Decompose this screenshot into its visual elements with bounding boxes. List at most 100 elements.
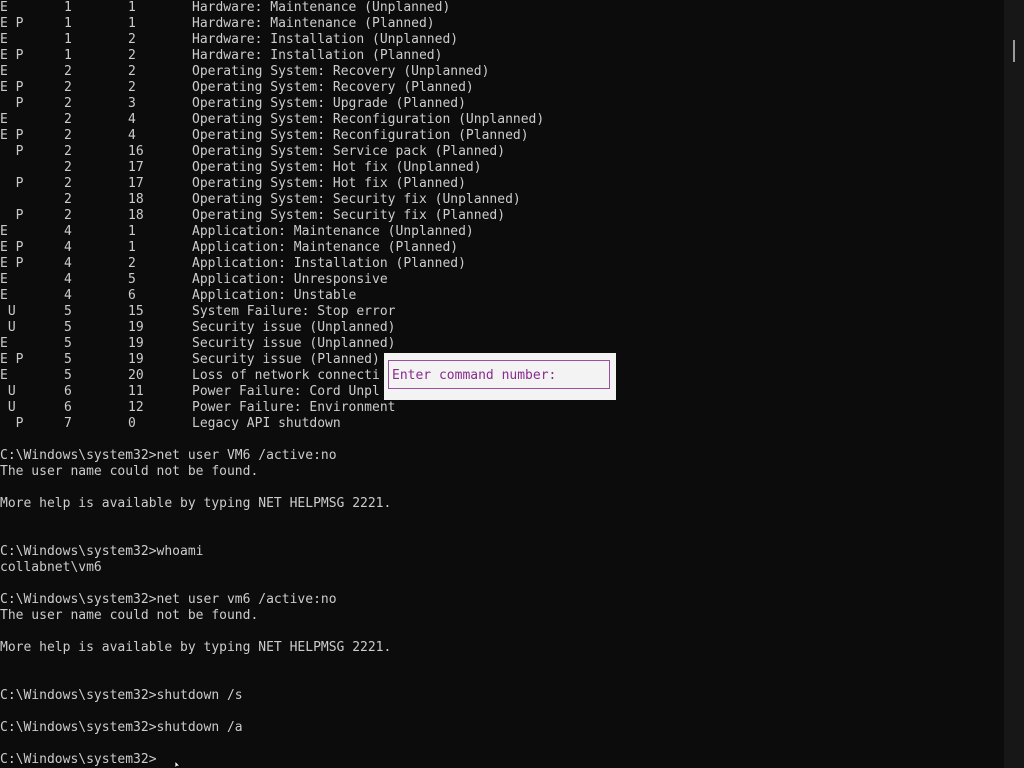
event-minor-code: 3 [128, 96, 136, 111]
command-number-popup[interactable]: Enter command number: [384, 353, 616, 400]
event-minor-code: 2 [128, 48, 136, 63]
event-major-code: 1 [64, 32, 72, 47]
output-line: More help is available by typing NET HEL… [0, 496, 392, 511]
event-description: Operating System: Security fix (Unplanne… [192, 192, 521, 207]
output-line: The user name could not be found. [0, 608, 259, 623]
event-major-code: 4 [64, 240, 72, 255]
event-description: Application: Unresponsive [192, 272, 388, 287]
event-flags: U [0, 304, 16, 319]
event-description: Hardware: Installation (Unplanned) [192, 32, 459, 47]
event-minor-code: 17 [128, 160, 144, 175]
event-description: Security issue (Unplanned) [192, 336, 396, 351]
event-major-code: 1 [64, 0, 72, 15]
event-flags: E [0, 32, 8, 47]
event-flags: P [0, 96, 24, 111]
event-minor-code: 11 [128, 384, 144, 399]
event-description: Operating System: Reconfiguration (Unpla… [192, 112, 545, 127]
event-major-code: 5 [64, 368, 72, 383]
event-flags: E P [0, 240, 24, 255]
event-flags: P [0, 416, 24, 431]
event-major-code: 4 [64, 224, 72, 239]
event-major-code: 2 [64, 144, 72, 159]
output-line: The user name could not be found. [0, 464, 259, 479]
event-minor-code: 19 [128, 352, 144, 367]
event-major-code: 2 [64, 208, 72, 223]
event-flags: E [0, 224, 8, 239]
event-description: Security issue (Unplanned) [192, 320, 396, 335]
popup-frame: Enter command number: [388, 360, 610, 389]
event-minor-code: 20 [128, 368, 144, 383]
event-major-code: 5 [64, 352, 72, 367]
event-flags: E P [0, 128, 24, 143]
event-flags: E P [0, 48, 24, 63]
event-minor-code: 5 [128, 272, 136, 287]
event-description: Operating System: Hot fix (Planned) [192, 176, 466, 191]
event-minor-code: 1 [128, 0, 136, 15]
event-description: System Failure: Stop error [192, 304, 396, 319]
output-line: More help is available by typing NET HEL… [0, 640, 392, 655]
event-description: Operating System: Upgrade (Planned) [192, 96, 466, 111]
event-description: Application: Unstable [192, 288, 357, 303]
event-description: Security issue (Planned) [192, 352, 380, 367]
event-major-code: 2 [64, 64, 72, 79]
event-minor-code: 19 [128, 336, 144, 351]
event-major-code: 2 [64, 160, 72, 175]
event-description: Loss of network connecti [192, 368, 380, 383]
event-flags: P [0, 176, 24, 191]
event-flags: U [0, 384, 16, 399]
command-line: C:\Windows\system32>net user VM6 /active… [0, 448, 337, 463]
event-major-code: 4 [64, 288, 72, 303]
event-major-code: 7 [64, 416, 72, 431]
event-description: Legacy API shutdown [192, 416, 341, 431]
command-line: C:\Windows\system32>net user vm6 /active… [0, 592, 337, 607]
event-flags: E P [0, 352, 24, 367]
event-flags: E [0, 288, 8, 303]
event-minor-code: 4 [128, 128, 136, 143]
event-minor-code: 1 [128, 16, 136, 31]
vertical-scrollbar[interactable] [1004, 0, 1024, 768]
command-line: C:\Windows\system32>shutdown /a [0, 720, 243, 735]
event-flags: E [0, 64, 8, 79]
event-major-code: 1 [64, 16, 72, 31]
event-flags: P [0, 208, 24, 223]
event-description: Hardware: Installation (Planned) [192, 48, 443, 63]
event-description: Operating System: Hot fix (Unplanned) [192, 160, 482, 175]
event-minor-code: 6 [128, 288, 136, 303]
event-minor-code: 4 [128, 112, 136, 127]
event-major-code: 4 [64, 256, 72, 271]
event-minor-code: 0 [128, 416, 136, 431]
event-major-code: 2 [64, 96, 72, 111]
event-description: Power Failure: Cord Unpl [192, 384, 380, 399]
event-minor-code: 2 [128, 64, 136, 79]
event-minor-code: 15 [128, 304, 144, 319]
event-description: Hardware: Maintenance (Unplanned) [192, 0, 451, 15]
event-minor-code: 1 [128, 240, 136, 255]
event-major-code: 2 [64, 80, 72, 95]
event-description: Hardware: Maintenance (Planned) [192, 16, 435, 31]
event-description: Operating System: Recovery (Planned) [192, 80, 474, 95]
event-flags: U [0, 400, 16, 415]
event-major-code: 2 [64, 128, 72, 143]
scrollbar-thumb[interactable] [1013, 40, 1015, 62]
event-minor-code: 17 [128, 176, 144, 191]
event-description: Operating System: Recovery (Unplanned) [192, 64, 490, 79]
event-minor-code: 2 [128, 80, 136, 95]
event-minor-code: 1 [128, 224, 136, 239]
event-minor-code: 18 [128, 208, 144, 223]
event-flags: E [0, 112, 8, 127]
event-flags: E P [0, 16, 24, 31]
event-description: Operating System: Service pack (Planned) [192, 144, 506, 159]
event-flags: U [0, 320, 16, 335]
event-description: Application: Installation (Planned) [192, 256, 466, 271]
event-minor-code: 18 [128, 192, 144, 207]
event-description: Application: Maintenance (Planned) [192, 240, 459, 255]
event-description: Operating System: Security fix (Planned) [192, 208, 506, 223]
event-minor-code: 12 [128, 400, 144, 415]
event-description: Operating System: Reconfiguration (Plann… [192, 128, 529, 143]
event-major-code: 2 [64, 112, 72, 127]
command-line: C:\Windows\system32>whoami [0, 544, 204, 559]
event-minor-code: 16 [128, 144, 144, 159]
event-minor-code: 2 [128, 256, 136, 271]
event-major-code: 4 [64, 272, 72, 287]
event-flags: P [0, 144, 24, 159]
